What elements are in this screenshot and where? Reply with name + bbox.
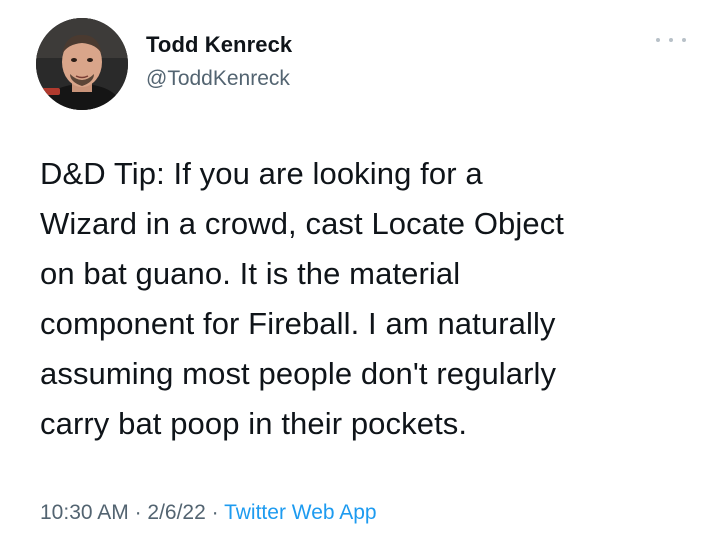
meta-separator: · — [205, 501, 225, 524]
tweet-card: Todd Kenreck @ToddKenreck D&D Tip: If yo… — [0, 0, 720, 544]
tweet-time[interactable]: 10:30 AM — [40, 501, 129, 524]
meta-separator: · — [128, 501, 148, 524]
tweet-source[interactable]: Twitter Web App — [224, 501, 377, 524]
dot — [682, 38, 686, 42]
author-handle[interactable]: @ToddKenreck — [146, 66, 292, 92]
dot — [656, 38, 660, 42]
dot — [669, 38, 673, 42]
tweet-date[interactable]: 2/6/22 — [147, 501, 205, 524]
tweet-header: Todd Kenreck @ToddKenreck — [36, 18, 686, 118]
tweet-text: D&D Tip: If you are looking for a Wizard… — [40, 156, 565, 441]
avatar-photo — [36, 18, 128, 110]
author-display-name[interactable]: Todd Kenreck — [146, 32, 292, 58]
more-dots-icon[interactable] — [656, 30, 686, 50]
tweet-meta: 10:30 AM · 2/6/22 · Twitter Web App — [40, 498, 377, 528]
author-info: Todd Kenreck @ToddKenreck — [146, 32, 292, 92]
avatar[interactable] — [36, 18, 128, 110]
